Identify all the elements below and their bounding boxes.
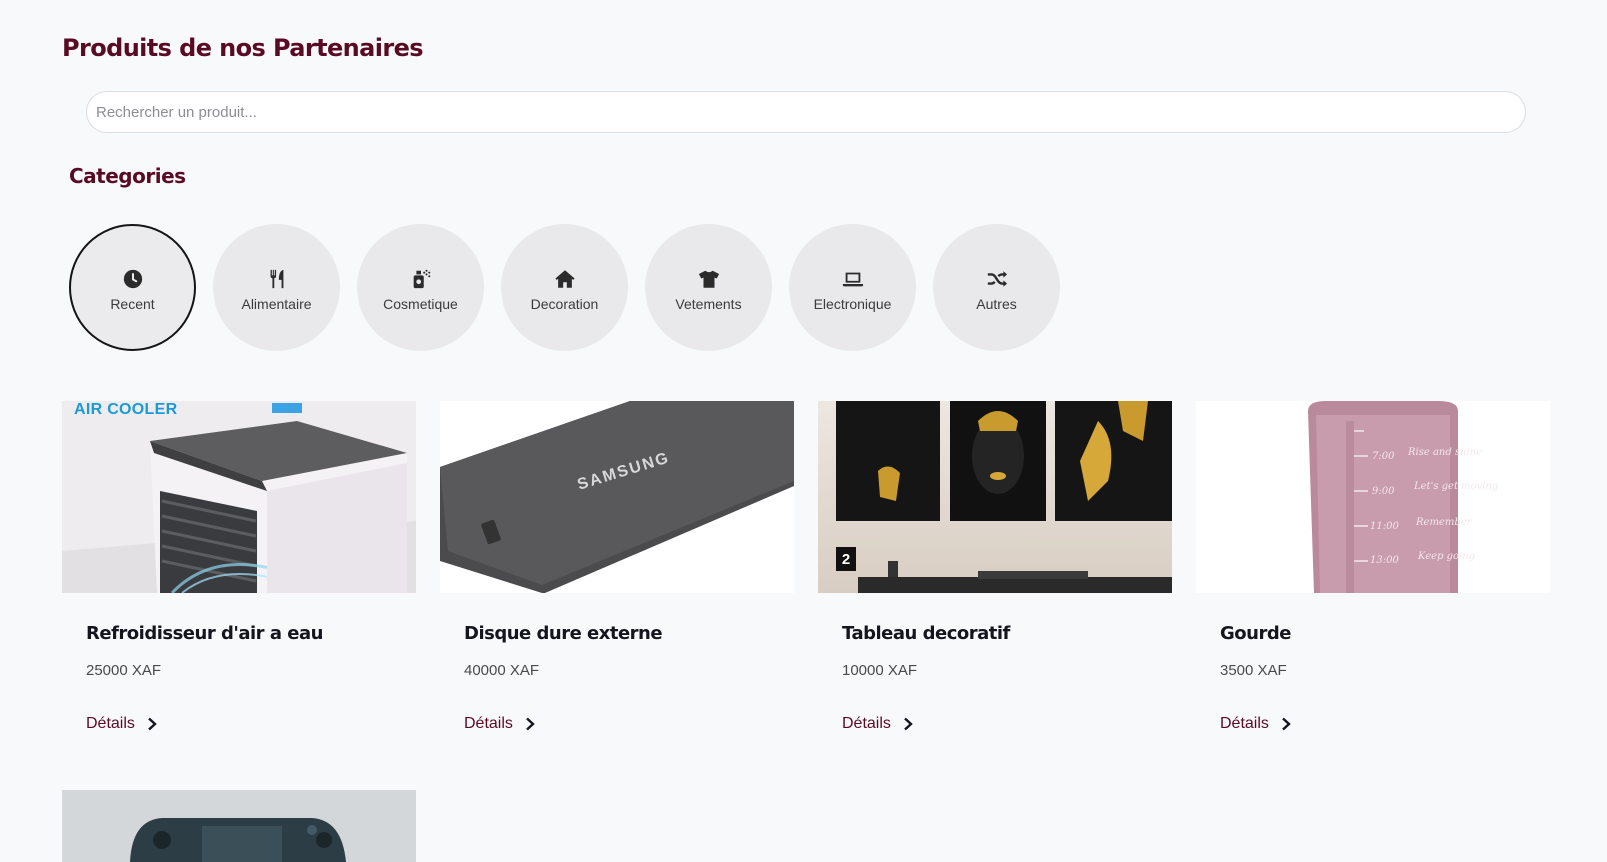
- chevron-right-icon: [904, 717, 913, 731]
- category-decoration[interactable]: Decoration: [501, 224, 628, 351]
- ssd-illustration: [440, 401, 794, 593]
- category-label: Electronique: [813, 295, 892, 312]
- details-link[interactable]: Détails: [1220, 715, 1293, 733]
- partner-products-page: Produits de nos Partenaires Categories R…: [0, 0, 1607, 862]
- utensils-icon: [270, 269, 283, 288]
- water-bottle-image[interactable]: 7:00 Rise and shine 9:00 Let's get moving …: [1196, 401, 1550, 593]
- category-label: Alimentaire: [241, 295, 312, 312]
- details-link[interactable]: Détails: [842, 715, 915, 733]
- category-label: Vetements: [675, 295, 742, 312]
- details-label: Détails: [842, 715, 891, 732]
- svg-text:Remember: Remember: [1415, 517, 1473, 528]
- details-link[interactable]: Détails: [464, 715, 537, 733]
- product-name: Disque dure externe: [464, 623, 663, 644]
- product-grid: AIR COOLER Refroidisseur d'air a eau 250…: [62, 401, 1550, 733]
- chevron-right-icon: [1282, 717, 1291, 731]
- spray-bottle-icon: [413, 269, 430, 288]
- svg-text:9:00: 9:00: [1372, 486, 1395, 497]
- product-price: 10000 XAF: [842, 662, 918, 679]
- wall-art-image[interactable]: 2: [818, 401, 1172, 593]
- category-label: Decoration: [530, 295, 599, 312]
- category-vetements[interactable]: Vetements: [645, 224, 772, 351]
- air-cooler-image[interactable]: AIR COOLER: [62, 401, 416, 593]
- page-title: Produits de nos Partenaires: [62, 34, 424, 62]
- game-controller-illustration: [62, 790, 416, 862]
- home-icon: [554, 269, 575, 288]
- tshirt-icon: [698, 270, 719, 288]
- shuffle-icon: [987, 270, 1007, 287]
- svg-text:Keep going: Keep going: [1417, 551, 1475, 562]
- image-caption: AIR COOLER: [74, 401, 178, 418]
- svg-text:7:00: 7:00: [1372, 451, 1395, 462]
- external-ssd-image[interactable]: SAMSUNG: [440, 401, 794, 593]
- category-alimentaire[interactable]: Alimentaire: [213, 224, 340, 351]
- category-list: Recent Alimentaire Cosmetique Decoration…: [69, 224, 1060, 351]
- category-autres[interactable]: Autres: [933, 224, 1060, 351]
- product-name: Refroidisseur d'air a eau: [86, 623, 323, 644]
- product-name: Tableau decoratif: [842, 623, 1010, 644]
- product-price: 40000 XAF: [464, 662, 540, 679]
- category-label: Autres: [976, 295, 1017, 312]
- search-input[interactable]: [86, 91, 1526, 133]
- image-badge: 2: [836, 547, 856, 571]
- product-card: AIR COOLER Refroidisseur d'air a eau 250…: [62, 401, 416, 733]
- category-electronique[interactable]: Electronique: [789, 224, 916, 351]
- product-price: 3500 XAF: [1220, 662, 1287, 679]
- svg-text:13:00: 13:00: [1370, 555, 1399, 566]
- chevron-right-icon: [148, 717, 157, 731]
- game-controller-image[interactable]: [62, 790, 416, 862]
- category-label: Cosmetique: [383, 295, 458, 312]
- product-card: 2 Tableau decoratif 10000 XAF Détails: [818, 401, 1172, 733]
- air-cooler-illustration: [62, 401, 416, 593]
- svg-text:11:00: 11:00: [1370, 521, 1399, 532]
- product-card: SAMSUNG Disque dure externe 40000 XAF Dé…: [440, 401, 794, 733]
- category-recent[interactable]: Recent: [69, 224, 196, 351]
- card-body: Gourde 3500 XAF Détails: [1196, 623, 1550, 733]
- card-body: Disque dure externe 40000 XAF Détails: [440, 623, 794, 733]
- water-bottle-illustration: 7:00 Rise and shine 9:00 Let's get moving …: [1196, 401, 1550, 593]
- product-card: 7:00 Rise and shine 9:00 Let's get moving …: [1196, 401, 1550, 733]
- category-cosmetique[interactable]: Cosmetique: [357, 224, 484, 351]
- categories-title: Categories: [69, 164, 186, 188]
- details-label: Détails: [86, 715, 135, 732]
- svg-text:Rise and shine: Rise and shine: [1407, 447, 1482, 458]
- svg-text:Let's get moving: Let's get moving: [1413, 481, 1498, 492]
- clock-icon: [123, 269, 142, 288]
- category-label: Recent: [110, 295, 155, 312]
- details-label: Détails: [464, 715, 513, 732]
- laptop-icon: [842, 272, 863, 286]
- product-price: 25000 XAF: [86, 662, 162, 679]
- card-body: Tableau decoratif 10000 XAF Détails: [818, 623, 1172, 733]
- chevron-right-icon: [526, 717, 535, 731]
- product-name: Gourde: [1220, 623, 1291, 644]
- details-link[interactable]: Détails: [86, 715, 159, 733]
- card-body: Refroidisseur d'air a eau 25000 XAF Déta…: [62, 623, 416, 733]
- wall-art-illustration: [818, 401, 1172, 593]
- details-label: Détails: [1220, 715, 1269, 732]
